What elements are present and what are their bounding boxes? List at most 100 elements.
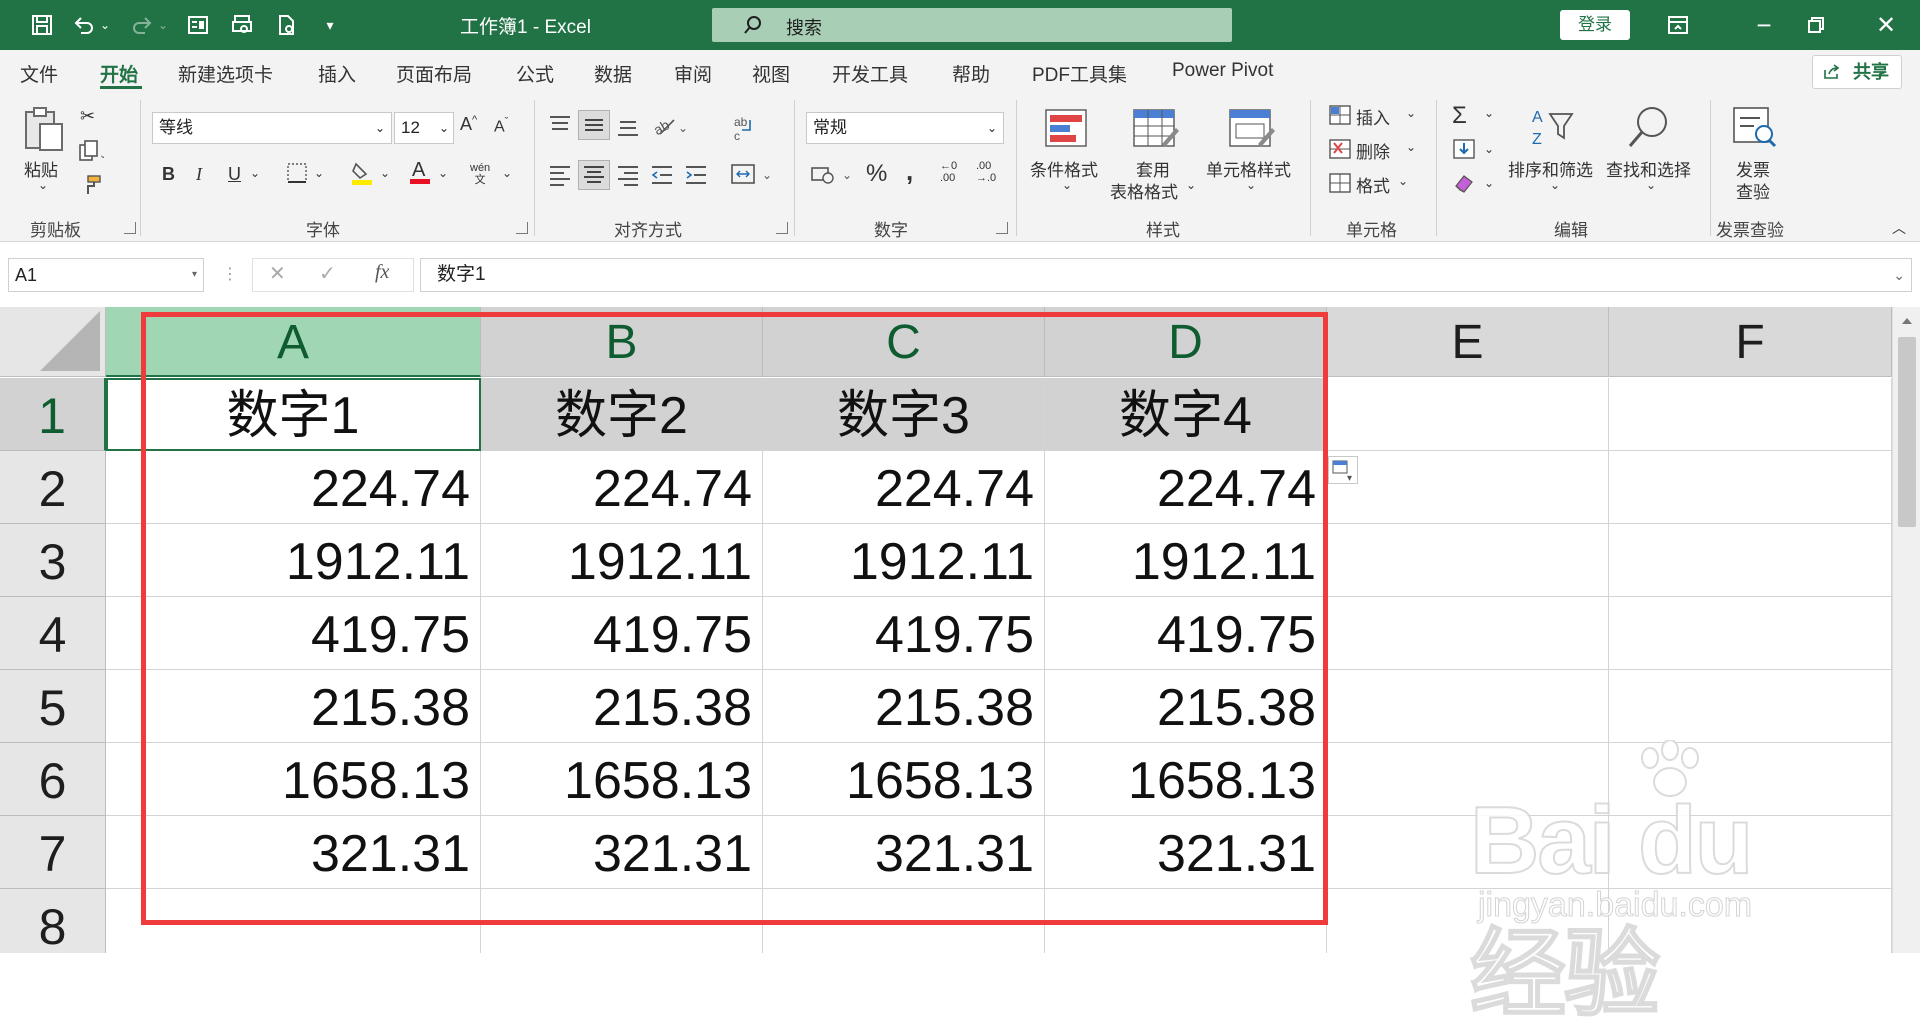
alignment-launcher-icon[interactable] bbox=[776, 222, 788, 234]
merge-center-icon[interactable]: ⌄ bbox=[730, 162, 774, 191]
row-header-4[interactable]: 4 bbox=[0, 597, 106, 670]
find-select-icon[interactable] bbox=[1624, 104, 1672, 155]
cell-d8[interactable] bbox=[1045, 889, 1327, 953]
cell-b1[interactable]: 数字2 bbox=[481, 378, 763, 451]
vertical-scrollbar[interactable] bbox=[1892, 307, 1920, 953]
clear-icon[interactable] bbox=[1452, 172, 1476, 199]
invoice-check-icon[interactable] bbox=[1730, 104, 1778, 153]
cell-c1[interactable]: 数字3 bbox=[763, 378, 1045, 451]
number-launcher-icon[interactable] bbox=[996, 222, 1008, 234]
invoice-check-label-2[interactable]: 查验 bbox=[1736, 178, 1770, 203]
cell-f7[interactable] bbox=[1609, 816, 1892, 889]
tab-file[interactable]: 文件 bbox=[20, 60, 58, 87]
column-header-f[interactable]: F bbox=[1609, 307, 1892, 377]
cell-e6[interactable] bbox=[1327, 743, 1609, 816]
customize-toolbar-icon[interactable]: ▾ bbox=[316, 11, 344, 39]
cell-b8[interactable] bbox=[481, 889, 763, 953]
fill-color-dropdown-icon[interactable]: ⌄ bbox=[380, 166, 390, 180]
bold-button[interactable]: B bbox=[162, 164, 175, 185]
close-icon[interactable]: ✕ bbox=[1872, 11, 1900, 39]
tab-view[interactable]: 视图 bbox=[752, 60, 790, 87]
paste-options-icon[interactable]: ▾ bbox=[1328, 456, 1358, 484]
cell-d4[interactable]: 419.75 bbox=[1045, 597, 1327, 670]
delete-cells-icon[interactable] bbox=[1328, 138, 1352, 165]
save-icon[interactable] bbox=[28, 11, 56, 39]
row-header-5[interactable]: 5 bbox=[0, 670, 106, 743]
increase-decimal-icon[interactable]: ←0.00 bbox=[940, 160, 957, 184]
tab-pdf-tools[interactable]: PDF工具集 bbox=[1032, 60, 1127, 87]
cell-e8[interactable] bbox=[1327, 889, 1609, 953]
delete-cells-label[interactable]: 删除 bbox=[1356, 138, 1390, 163]
format-as-table-label-2[interactable]: 表格格式 bbox=[1110, 178, 1178, 203]
autosum-icon[interactable]: Σ bbox=[1452, 102, 1467, 130]
cell-b6[interactable]: 1658.13 bbox=[481, 743, 763, 816]
cell-b4[interactable]: 419.75 bbox=[481, 597, 763, 670]
decrease-decimal-icon[interactable]: .00 →.0 bbox=[976, 160, 996, 184]
cell-f4[interactable] bbox=[1609, 597, 1892, 670]
font-color-dropdown-icon[interactable]: ⌄ bbox=[438, 166, 448, 180]
decrease-font-size-icon[interactable]: Aˇ bbox=[494, 116, 508, 136]
cell-a2[interactable]: 224.74 bbox=[106, 451, 481, 524]
tab-data[interactable]: 数据 bbox=[594, 60, 632, 87]
enter-icon[interactable]: ✓ bbox=[319, 261, 336, 286]
cell-d6[interactable]: 1658.13 bbox=[1045, 743, 1327, 816]
cell-e7[interactable] bbox=[1327, 816, 1609, 889]
comma-style-icon[interactable]: , bbox=[906, 156, 913, 187]
scroll-up-icon[interactable] bbox=[1899, 313, 1915, 329]
phonetic-dropdown-icon[interactable]: ⌄ bbox=[502, 166, 512, 180]
paste-dropdown-icon[interactable]: ⌄ bbox=[38, 178, 48, 192]
format-as-table-icon[interactable] bbox=[1132, 108, 1180, 153]
minimize-icon[interactable]: − bbox=[1750, 10, 1778, 40]
decrease-indent-icon[interactable] bbox=[650, 164, 674, 191]
row-header-3[interactable]: 3 bbox=[0, 524, 106, 597]
format-cells-dropdown-icon[interactable]: ⌄ bbox=[1398, 174, 1408, 188]
cell-styles-icon[interactable] bbox=[1228, 108, 1276, 153]
cell-f1[interactable] bbox=[1609, 378, 1892, 451]
tab-page-layout[interactable]: 页面布局 bbox=[396, 60, 472, 87]
phonetic-icon[interactable]: wén 文 bbox=[470, 162, 490, 186]
redo-icon[interactable] bbox=[128, 11, 156, 39]
cell-e4[interactable] bbox=[1327, 597, 1609, 670]
tab-formulas[interactable]: 公式 bbox=[516, 60, 554, 87]
tab-insert[interactable]: 插入 bbox=[318, 60, 356, 87]
paste-icon[interactable] bbox=[22, 104, 66, 159]
cell-f5[interactable] bbox=[1609, 670, 1892, 743]
insert-cells-icon[interactable] bbox=[1328, 104, 1352, 131]
conditional-formatting-icon[interactable] bbox=[1044, 108, 1088, 153]
increase-indent-icon[interactable] bbox=[684, 164, 708, 191]
share-button[interactable]: 共享 bbox=[1812, 55, 1902, 89]
cut-icon[interactable]: ✂ bbox=[80, 106, 95, 127]
cell-e5[interactable] bbox=[1327, 670, 1609, 743]
worksheet-grid[interactable]: A B C D E F 1 2 3 4 5 6 7 8 数字1 数字2 数字3 … bbox=[0, 307, 1892, 953]
cell-d3[interactable]: 1912.11 bbox=[1045, 524, 1327, 597]
format-painter-icon[interactable] bbox=[80, 174, 102, 201]
cell-a3[interactable]: 1912.11 bbox=[106, 524, 481, 597]
cell-b3[interactable]: 1912.11 bbox=[481, 524, 763, 597]
row-header-6[interactable]: 6 bbox=[0, 743, 106, 816]
formula-bar-grip-icon[interactable]: ⋮ bbox=[222, 264, 238, 284]
search-box[interactable]: 搜索 bbox=[712, 8, 1232, 42]
insert-cells-dropdown-icon[interactable]: ⌄ bbox=[1406, 106, 1416, 120]
restore-icon[interactable] bbox=[1802, 11, 1830, 39]
find-select-dropdown-icon[interactable]: ⌄ bbox=[1646, 178, 1656, 192]
tab-new-tab[interactable]: 新建选项卡 bbox=[178, 60, 273, 87]
cell-b2[interactable]: 224.74 bbox=[481, 451, 763, 524]
format-as-table-dropdown-icon[interactable]: ⌄ bbox=[1186, 178, 1196, 192]
undo-icon[interactable] bbox=[70, 11, 98, 39]
font-name-select[interactable]: 等线 ⌄ bbox=[152, 112, 392, 144]
copy-icon[interactable]: ⌄ bbox=[78, 140, 107, 167]
increase-font-size-icon[interactable]: A^ bbox=[460, 114, 477, 135]
cell-d2[interactable]: 224.74 bbox=[1045, 451, 1327, 524]
sort-filter-dropdown-icon[interactable]: ⌄ bbox=[1550, 178, 1560, 192]
document-icon[interactable] bbox=[272, 11, 300, 39]
cell-c4[interactable]: 419.75 bbox=[763, 597, 1045, 670]
select-all-corner[interactable] bbox=[0, 307, 106, 377]
cell-c3[interactable]: 1912.11 bbox=[763, 524, 1045, 597]
row-header-1[interactable]: 1 bbox=[0, 378, 106, 451]
cell-c5[interactable]: 215.38 bbox=[763, 670, 1045, 743]
autosum-dropdown-icon[interactable]: ⌄ bbox=[1484, 106, 1494, 120]
accounting-format-icon[interactable]: ⌄ bbox=[810, 162, 854, 191]
tab-developer[interactable]: 开发工具 bbox=[832, 60, 908, 87]
cell-c6[interactable]: 1658.13 bbox=[763, 743, 1045, 816]
cell-c2[interactable]: 224.74 bbox=[763, 451, 1045, 524]
